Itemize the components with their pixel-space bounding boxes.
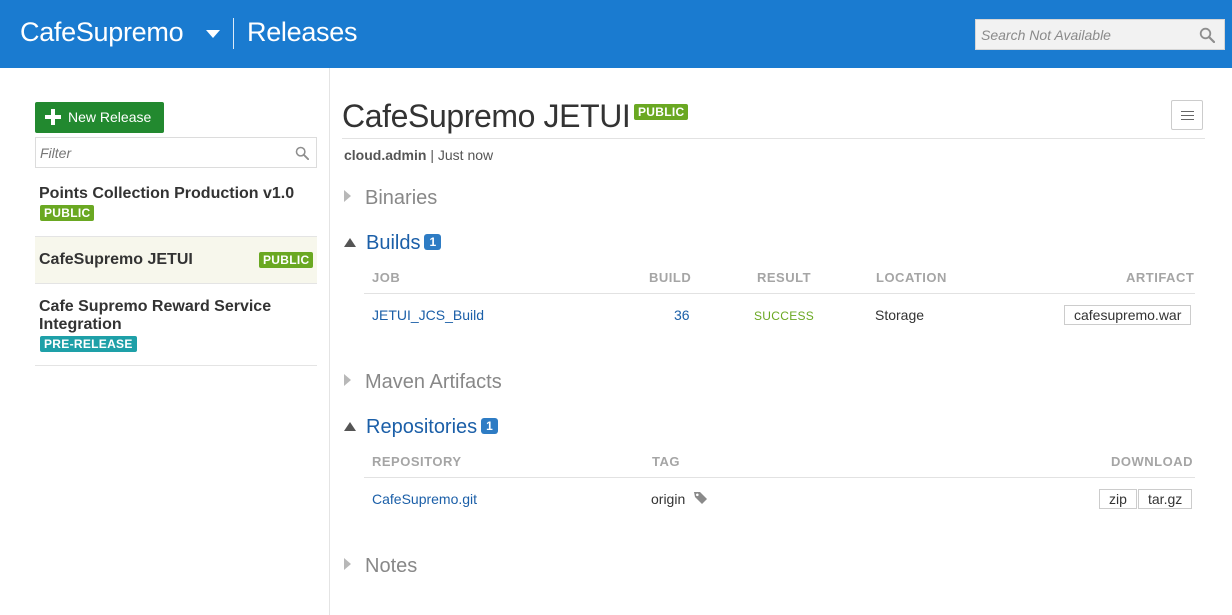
release-heading: CafeSupremo JETUI bbox=[342, 98, 631, 134]
public-badge: PUBLIC bbox=[259, 252, 314, 268]
actions-menu-button[interactable] bbox=[1171, 100, 1203, 130]
col-download: DOWNLOAD bbox=[1111, 454, 1193, 469]
heading-divider bbox=[342, 138, 1205, 139]
section-maven-artifacts[interactable]: Maven Artifacts bbox=[344, 371, 502, 394]
build-job-link[interactable]: JETUI_JCS_Build bbox=[372, 307, 484, 323]
filter-input[interactable] bbox=[36, 138, 286, 167]
release-title: Cafe Supremo Reward Service Integration bbox=[39, 298, 272, 333]
section-label: Builds bbox=[366, 232, 421, 254]
col-location: LOCATION bbox=[876, 270, 947, 285]
build-number-link[interactable]: 36 bbox=[674, 307, 690, 323]
expand-arrow-icon bbox=[344, 558, 351, 570]
collapse-arrow-icon bbox=[344, 238, 356, 247]
table-header-rule bbox=[364, 293, 1195, 294]
download-zip-button[interactable]: zip bbox=[1099, 489, 1137, 509]
section-builds[interactable]: Builds 1 bbox=[344, 232, 442, 255]
col-artifact: ARTIFACT bbox=[1126, 270, 1195, 285]
plus-icon bbox=[45, 109, 61, 125]
section-label: Maven Artifacts bbox=[365, 371, 502, 393]
app-name[interactable]: CafeSupremo bbox=[20, 17, 184, 48]
section-binaries[interactable]: Binaries bbox=[344, 187, 437, 210]
caret-down-icon[interactable] bbox=[206, 30, 220, 38]
hamburger-line bbox=[1181, 119, 1194, 120]
search-icon[interactable] bbox=[1199, 27, 1215, 43]
release-sidebar: New Release Points Collection Production… bbox=[0, 68, 330, 615]
hamburger-line bbox=[1181, 111, 1194, 112]
tag-icon bbox=[694, 492, 707, 504]
repository-link[interactable]: CafeSupremo.git bbox=[372, 491, 477, 507]
release-title: Points Collection Production v1.0 bbox=[39, 185, 295, 202]
col-repository: REPOSITORY bbox=[372, 454, 462, 469]
public-badge: PUBLIC bbox=[40, 205, 95, 221]
release-time: Just now bbox=[437, 147, 494, 163]
col-build: BUILD bbox=[649, 270, 692, 285]
section-label: Notes bbox=[365, 555, 418, 577]
repositories-count-badge: 1 bbox=[481, 418, 498, 434]
public-badge: PUBLIC bbox=[634, 104, 689, 120]
build-result: SUCCESS bbox=[754, 309, 815, 323]
col-job: JOB bbox=[372, 270, 401, 285]
build-location: Storage bbox=[875, 307, 925, 323]
global-search-input[interactable] bbox=[976, 20, 1191, 49]
new-release-button[interactable]: New Release bbox=[35, 102, 164, 133]
hamburger-line bbox=[1181, 115, 1194, 116]
release-detail: CafeSupremo JETUI PUBLIC cloud.admin | J… bbox=[331, 68, 1232, 615]
expand-arrow-icon bbox=[344, 374, 351, 386]
release-meta: cloud.admin | Just now bbox=[344, 147, 493, 163]
section-notes[interactable]: Notes bbox=[344, 555, 417, 578]
collapse-arrow-icon bbox=[344, 422, 356, 431]
author-name: cloud.admin bbox=[344, 147, 427, 163]
col-result: RESULT bbox=[757, 270, 812, 285]
sidebar-divider bbox=[35, 365, 317, 366]
section-label: Binaries bbox=[365, 187, 438, 209]
artifact-download-button[interactable]: cafesupremo.war bbox=[1064, 305, 1192, 325]
repository-tag: origin bbox=[651, 491, 686, 507]
col-tag: TAG bbox=[652, 454, 680, 469]
section-repositories[interactable]: Repositories 1 bbox=[344, 416, 498, 439]
section-label: Repositories bbox=[366, 416, 478, 438]
release-item-selected[interactable]: CafeSupremo JETUI PUBLIC bbox=[35, 236, 317, 284]
new-release-label: New Release bbox=[68, 109, 152, 125]
page-section-title: Releases bbox=[247, 17, 358, 47]
table-header-rule bbox=[364, 477, 1195, 478]
release-item[interactable]: Points Collection Production v1.0 PUBLIC bbox=[35, 185, 317, 221]
top-header-bar: CafeSupremo Releases bbox=[0, 0, 1232, 68]
pre-release-badge: PRE-RELEASE bbox=[40, 336, 137, 352]
global-search[interactable] bbox=[975, 19, 1225, 50]
builds-count-badge: 1 bbox=[424, 234, 442, 250]
release-title: CafeSupremo JETUI bbox=[39, 251, 193, 268]
search-icon bbox=[295, 146, 309, 160]
expand-arrow-icon bbox=[344, 190, 351, 202]
release-filter[interactable] bbox=[35, 137, 317, 168]
meta-separator: | bbox=[430, 147, 434, 163]
release-item[interactable]: Cafe Supremo Reward Service Integration … bbox=[35, 298, 317, 352]
header-divider bbox=[233, 18, 234, 49]
download-targz-button[interactable]: tar.gz bbox=[1138, 489, 1193, 509]
